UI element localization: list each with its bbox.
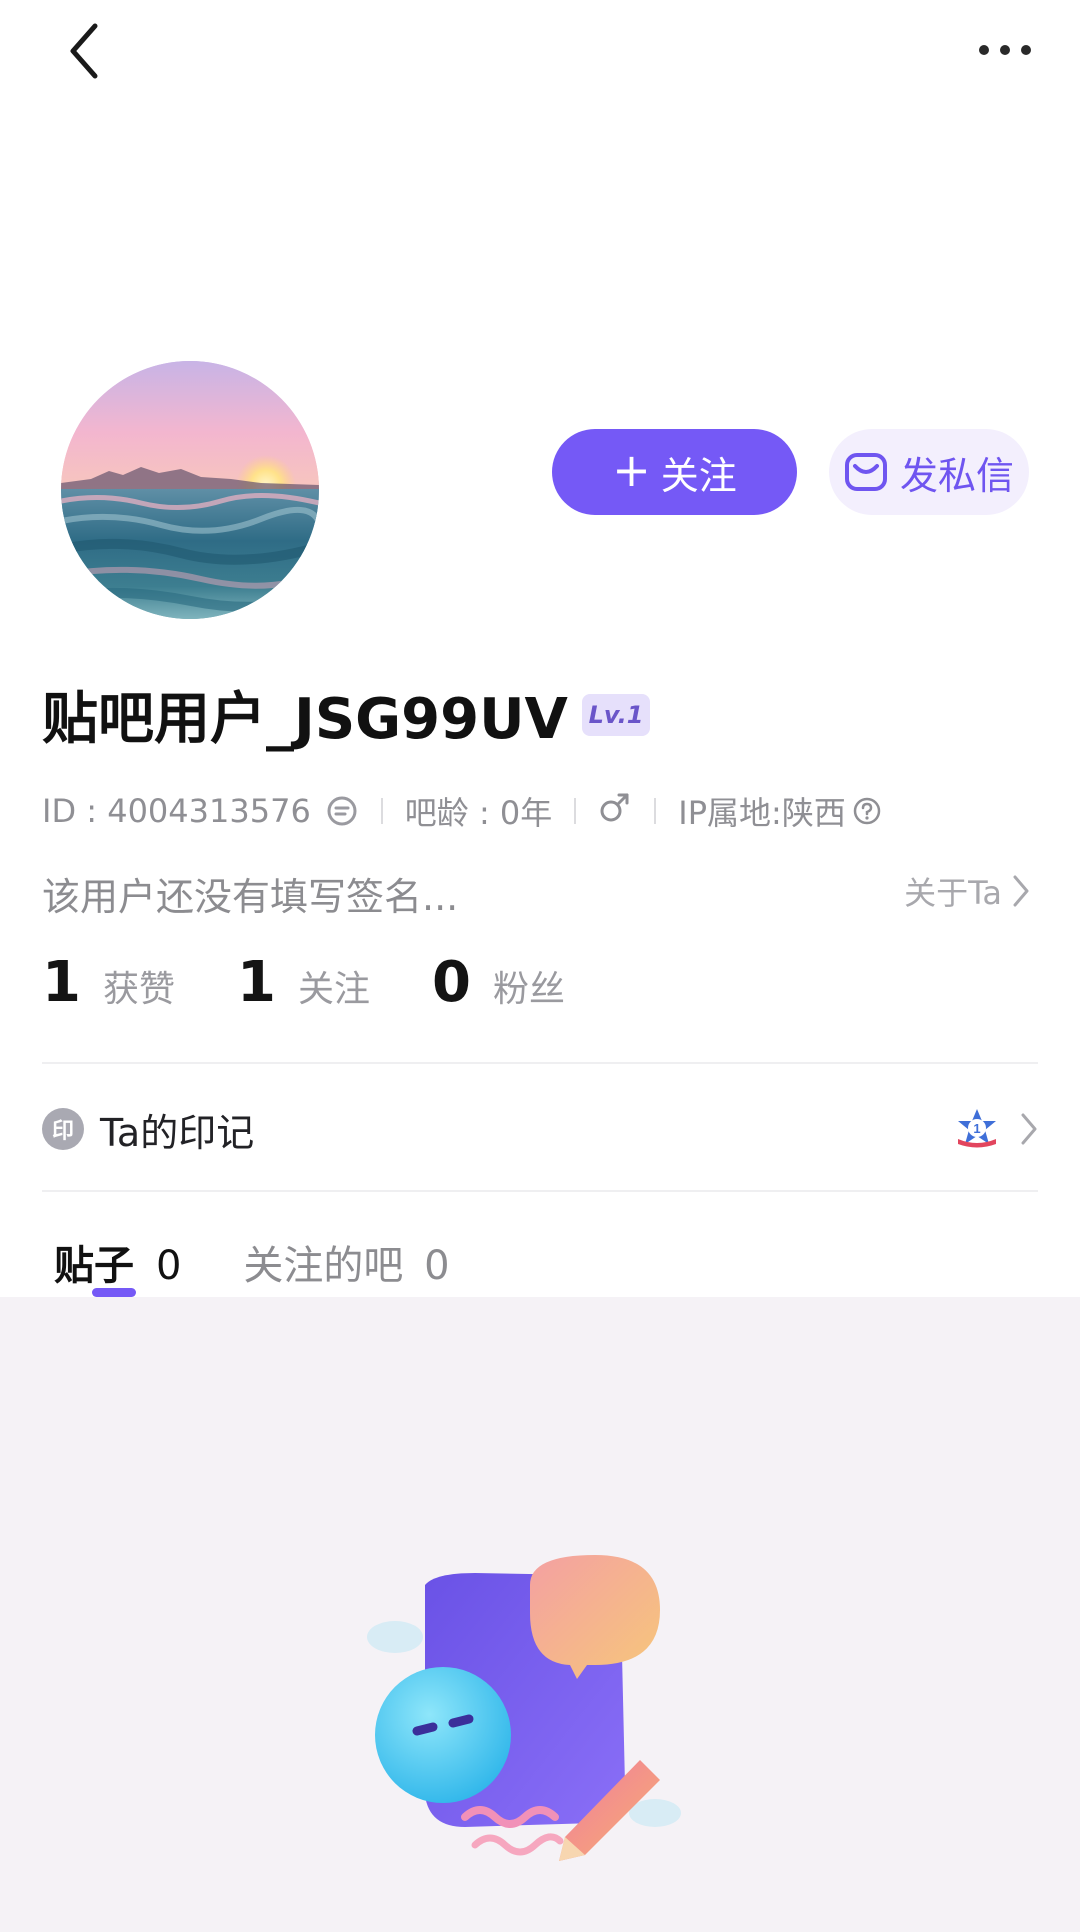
level-badge[interactable]: Lv.1 (582, 694, 650, 736)
follow-button-label: 关注 (660, 453, 737, 498)
tab-followed-bars[interactable]: 关注的吧 0 (243, 1233, 449, 1291)
profile-info-line: ID : 4004313576 吧龄 : 0年 IP属地:陕西 (42, 786, 882, 836)
tab-count: 0 (155, 1243, 182, 1289)
avatar[interactable] (61, 361, 319, 619)
copy-icon[interactable] (325, 794, 359, 828)
chevron-left-icon (70, 23, 98, 79)
stat-fans[interactable]: 0 粉丝 (432, 950, 565, 1015)
profile-page: + 关注 发私信 贴吧用户_JSG99UV Lv.1 ID : 40043135… (0, 0, 1080, 1932)
ip-location: IP属地:陕西 (678, 794, 846, 832)
separator (654, 798, 657, 824)
help-icon[interactable] (852, 796, 882, 826)
stat-following[interactable]: 1 关注 (237, 950, 370, 1015)
separator (380, 798, 383, 824)
stat-label: 粉丝 (492, 969, 565, 1010)
male-icon (598, 790, 632, 832)
follow-button[interactable]: + 关注 (552, 429, 797, 515)
tab-label: 关注的吧 (243, 1243, 404, 1289)
stat-number: 1 (42, 950, 81, 1015)
back-button[interactable] (54, 18, 114, 84)
signature-text: 该用户还没有填写签名... (42, 875, 459, 919)
send-message-label: 发私信 (899, 453, 1014, 498)
more-horizontal-icon (979, 45, 1031, 55)
about-ta-label: 关于Ta (904, 874, 1002, 912)
bar-age: 吧龄 : 0年 (404, 794, 553, 832)
stat-label: 获赞 (102, 969, 175, 1010)
tab-label: 贴子 (54, 1243, 134, 1289)
username: 贴吧用户_JSG99UV (42, 687, 568, 752)
imprint-icon: 印 (42, 1108, 84, 1150)
about-ta-link[interactable]: 关于Ta (904, 868, 1030, 914)
stat-label: 关注 (297, 969, 370, 1010)
plus-icon: + (612, 443, 651, 497)
divider (42, 1190, 1038, 1192)
stats-row: 1 获赞 1 关注 0 粉丝 (42, 950, 627, 1015)
send-message-button[interactable]: 发私信 (829, 429, 1029, 515)
divider (42, 1062, 1038, 1064)
imprint-row[interactable]: 印 Ta的印记 1 (42, 1074, 1038, 1184)
svg-text:1: 1 (973, 1121, 980, 1136)
badge-medal-icon: 1 (958, 1109, 996, 1148)
imprint-right: 1 (954, 1074, 1038, 1184)
stat-number: 0 (431, 950, 471, 1015)
separator (574, 798, 577, 824)
imprint-label: Ta的印记 (100, 1110, 255, 1155)
user-id: ID : 4004313576 (42, 792, 311, 830)
envelope-icon (844, 453, 887, 491)
more-button[interactable] (970, 22, 1040, 78)
tab-posts[interactable]: 贴子 0 (54, 1233, 181, 1291)
empty-state-illustration (355, 1555, 705, 1875)
tab-active-indicator (92, 1288, 136, 1297)
tab-count: 0 (424, 1243, 450, 1289)
stat-number: 1 (236, 950, 276, 1015)
chevron-right-icon (1013, 875, 1029, 907)
stat-likes[interactable]: 1 获赞 (42, 950, 175, 1015)
chevron-right-icon (1021, 1113, 1037, 1145)
